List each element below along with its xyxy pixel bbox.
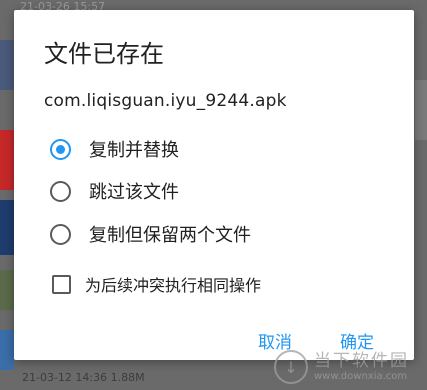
watermark-text-cn: 当下软件园 bbox=[314, 351, 409, 372]
background-thumbnail bbox=[0, 270, 14, 310]
background-thumbnail bbox=[0, 40, 14, 90]
watermark-text-en: www.downxia.com bbox=[314, 370, 408, 382]
dialog-title: 文件已存在 bbox=[44, 40, 164, 68]
radio-unchecked-icon[interactable] bbox=[50, 223, 71, 245]
background-thumbnail bbox=[0, 200, 14, 255]
background-right-edge bbox=[415, 80, 427, 140]
option-label: 复制并替换 bbox=[89, 140, 179, 161]
checkbox-unchecked-icon[interactable] bbox=[52, 274, 71, 294]
radio-unchecked-icon[interactable] bbox=[50, 180, 71, 202]
conflicting-filename: com.liqisguan.iyu_9244.apk bbox=[44, 91, 287, 111]
background-thumbnail bbox=[0, 130, 14, 190]
apply-to-all-label: 为后续冲突执行相同操作 bbox=[85, 276, 262, 295]
option-copy-keep-both[interactable]: 复制但保留两个文件 bbox=[50, 219, 251, 249]
background-thumbnail bbox=[0, 330, 14, 370]
radio-checked-icon[interactable] bbox=[50, 138, 71, 160]
option-label: 跳过该文件 bbox=[89, 182, 179, 203]
option-copy-and-replace[interactable]: 复制并替换 bbox=[50, 134, 179, 164]
background-timestamp-bottom: 21-03-12 14:36 1.88M bbox=[22, 371, 145, 384]
option-label: 复制但保留两个文件 bbox=[89, 225, 251, 246]
option-skip-file[interactable]: 跳过该文件 bbox=[50, 176, 179, 206]
watermark-logo-icon: ↓ bbox=[274, 350, 308, 384]
file-exists-dialog: 文件已存在 com.liqisguan.iyu_9244.apk 复制并替换 跳… bbox=[14, 10, 414, 360]
watermark: ↓ 当下软件园 www.downxia.com bbox=[274, 350, 409, 384]
apply-to-all-checkbox-row[interactable]: 为后续冲突执行相同操作 bbox=[52, 272, 261, 296]
